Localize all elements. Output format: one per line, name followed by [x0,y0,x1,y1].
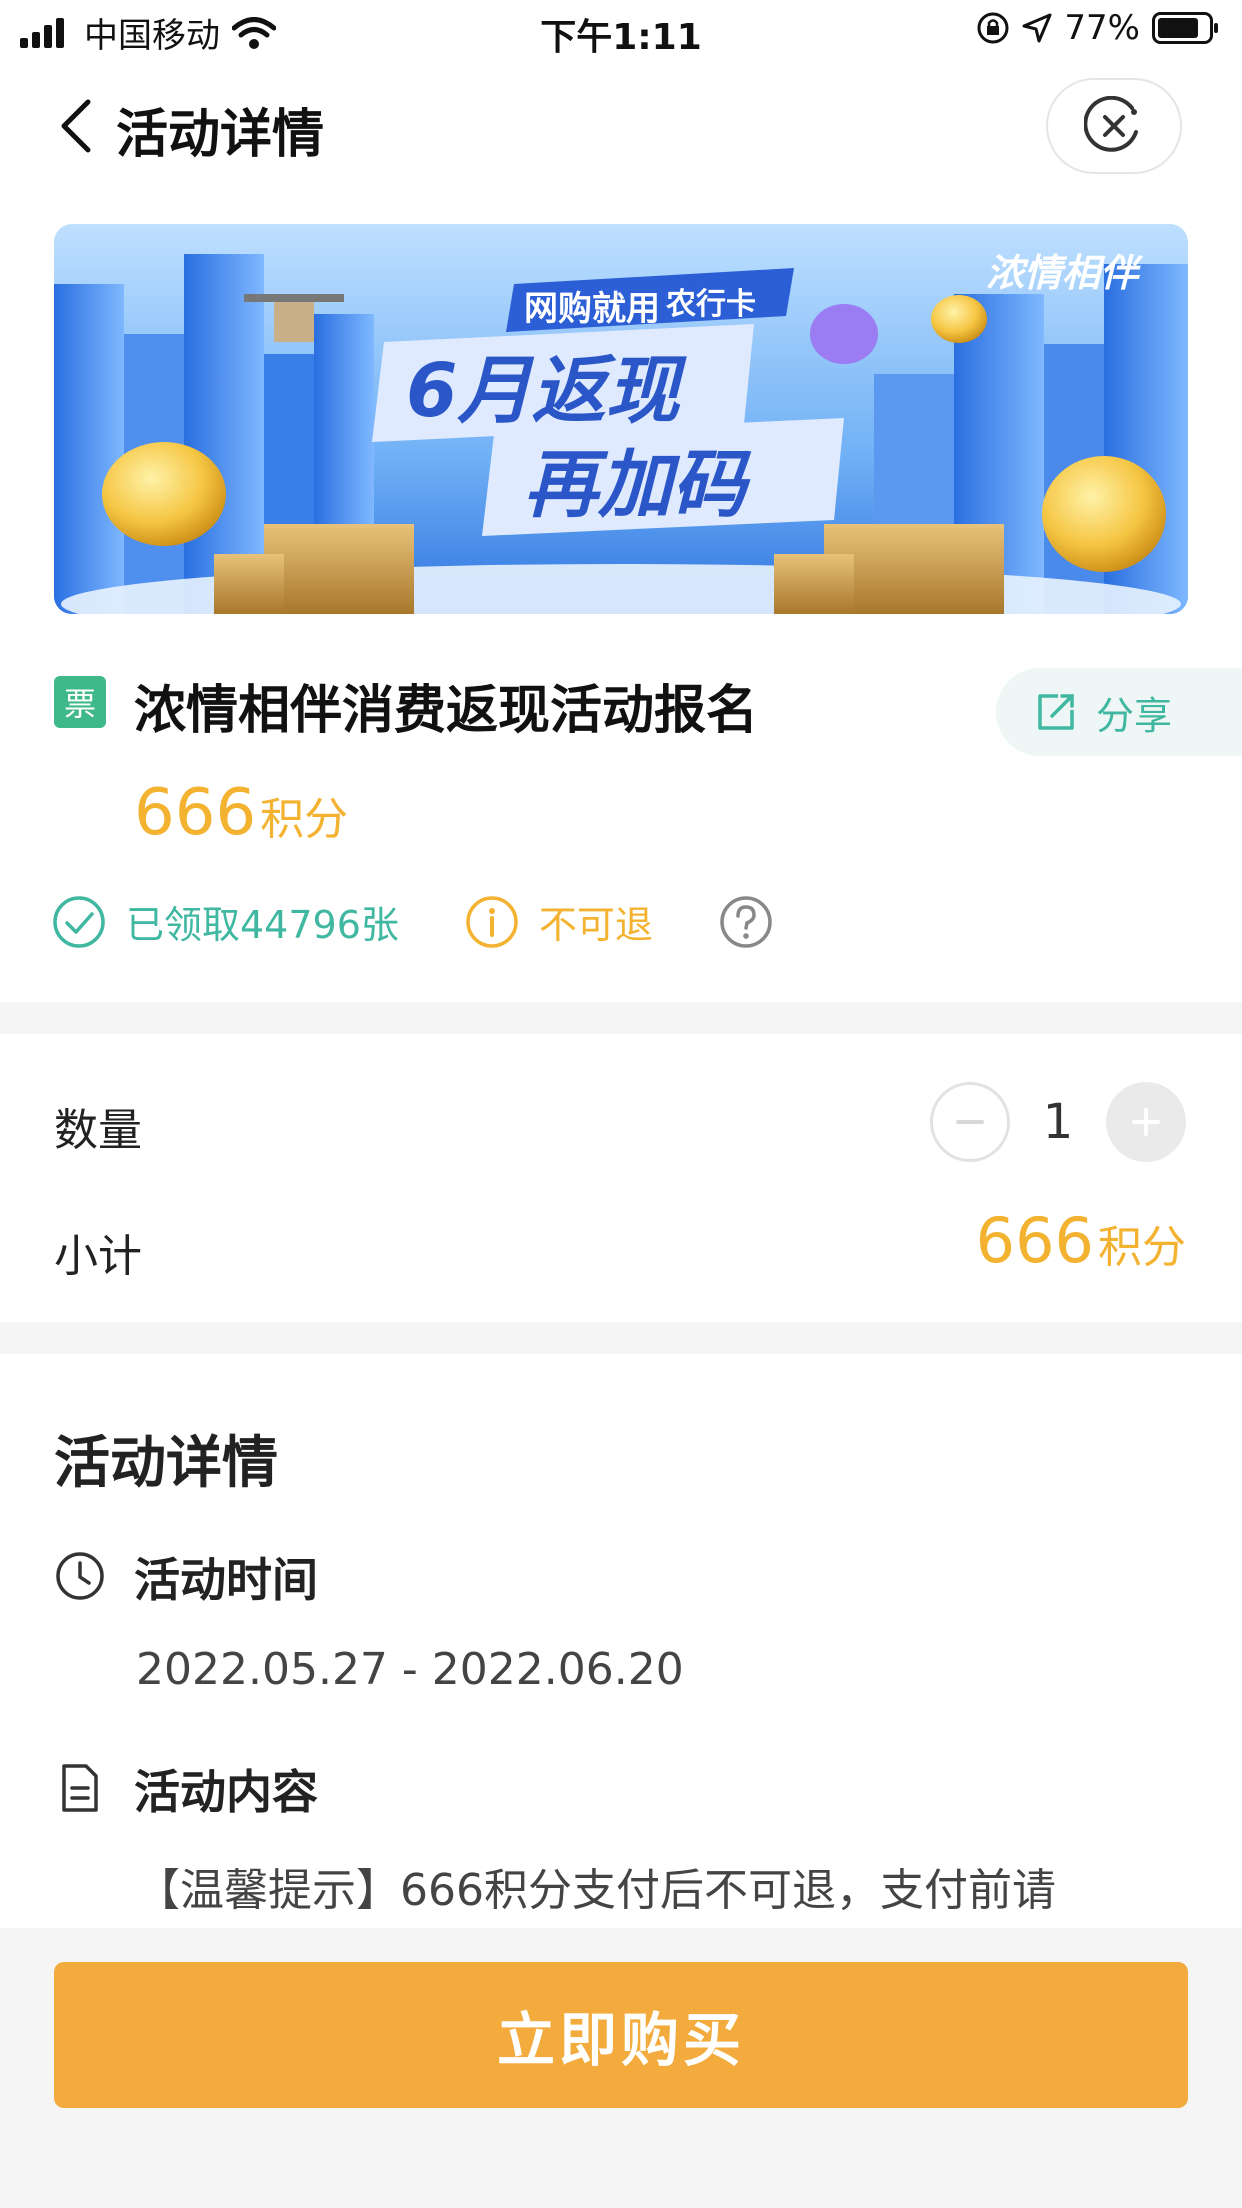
close-circle-icon [1084,96,1138,152]
refund-policy: 不可退 [465,894,653,949]
page-title: 活动详情 [116,105,325,165]
ticket-badge: 票 [54,676,106,728]
promo-banner[interactable]: 网购就用 农行卡 6月返现 再加码 浓情相伴 [54,224,1188,614]
quantity-label: 数量 [54,1105,142,1156]
product-meta: 已领取44796张 不可退 [52,894,773,949]
status-right: 77% [976,8,1220,48]
increase-button[interactable] [1106,1082,1186,1162]
banner-headline-2: 再加码 [524,442,752,528]
time-value: 2022.05.27 - 2022.06.20 [136,1644,684,1695]
banner-card-name: 农行卡 [665,287,756,322]
banner-headline-1: 6月返现 [406,348,687,434]
clock-icon [56,1552,104,1600]
quantity-stepper: 1 [930,1082,1186,1162]
quantity-value[interactable]: 1 [1010,1094,1106,1150]
product-price: 666 积分 [134,776,348,850]
lock-rotation-icon [977,12,1009,44]
buy-now-button[interactable]: 立即购买 [54,1962,1188,2108]
location-arrow-icon [1022,13,1052,43]
subtotal-unit: 积分 [1098,1222,1186,1273]
close-button[interactable] [1046,78,1182,174]
banner-artwork: 网购就用 农行卡 6月返现 再加码 浓情相伴 [54,224,1188,614]
info-circle-icon [466,895,518,948]
price-value: 666 [134,776,257,850]
minus-icon [956,1120,984,1124]
help-circle-icon[interactable] [719,895,773,949]
subtotal-number: 666 [975,1204,1094,1277]
share-label: 分享 [1096,693,1173,738]
price-unit: 积分 [260,794,349,845]
banner-tagline: 网购就用 [524,289,660,329]
battery-percent: 77% [1064,8,1140,48]
claimed-count: 已领取44796张 [52,894,399,949]
refund-text: 不可退 [538,903,653,947]
banner-brand: 浓情相伴 [986,251,1143,295]
share-button[interactable]: 分享 [996,668,1242,756]
document-icon [62,1764,98,1812]
section-divider [0,1322,1242,1354]
claimed-text: 已领取44796张 [126,903,399,947]
plus-icon [1132,1108,1160,1136]
content-heading: 活动内容 [134,1765,318,1819]
subtotal-price: 666 积分 [976,1204,1186,1277]
battery-icon [1152,12,1218,44]
section-divider [0,1002,1242,1034]
decrease-button[interactable] [930,1082,1010,1162]
share-edit-icon [1038,694,1074,730]
details-heading: 活动详情 [54,1431,278,1496]
subtotal-label: 小计 [54,1231,142,1282]
time-heading: 活动时间 [134,1553,318,1607]
check-circle-icon [53,895,105,948]
back-chevron-icon[interactable] [56,98,96,154]
status-bar: 中国移动 下午1:11 77% [0,0,1242,64]
product-title: 浓情相伴消费返现活动报名 [134,681,759,741]
